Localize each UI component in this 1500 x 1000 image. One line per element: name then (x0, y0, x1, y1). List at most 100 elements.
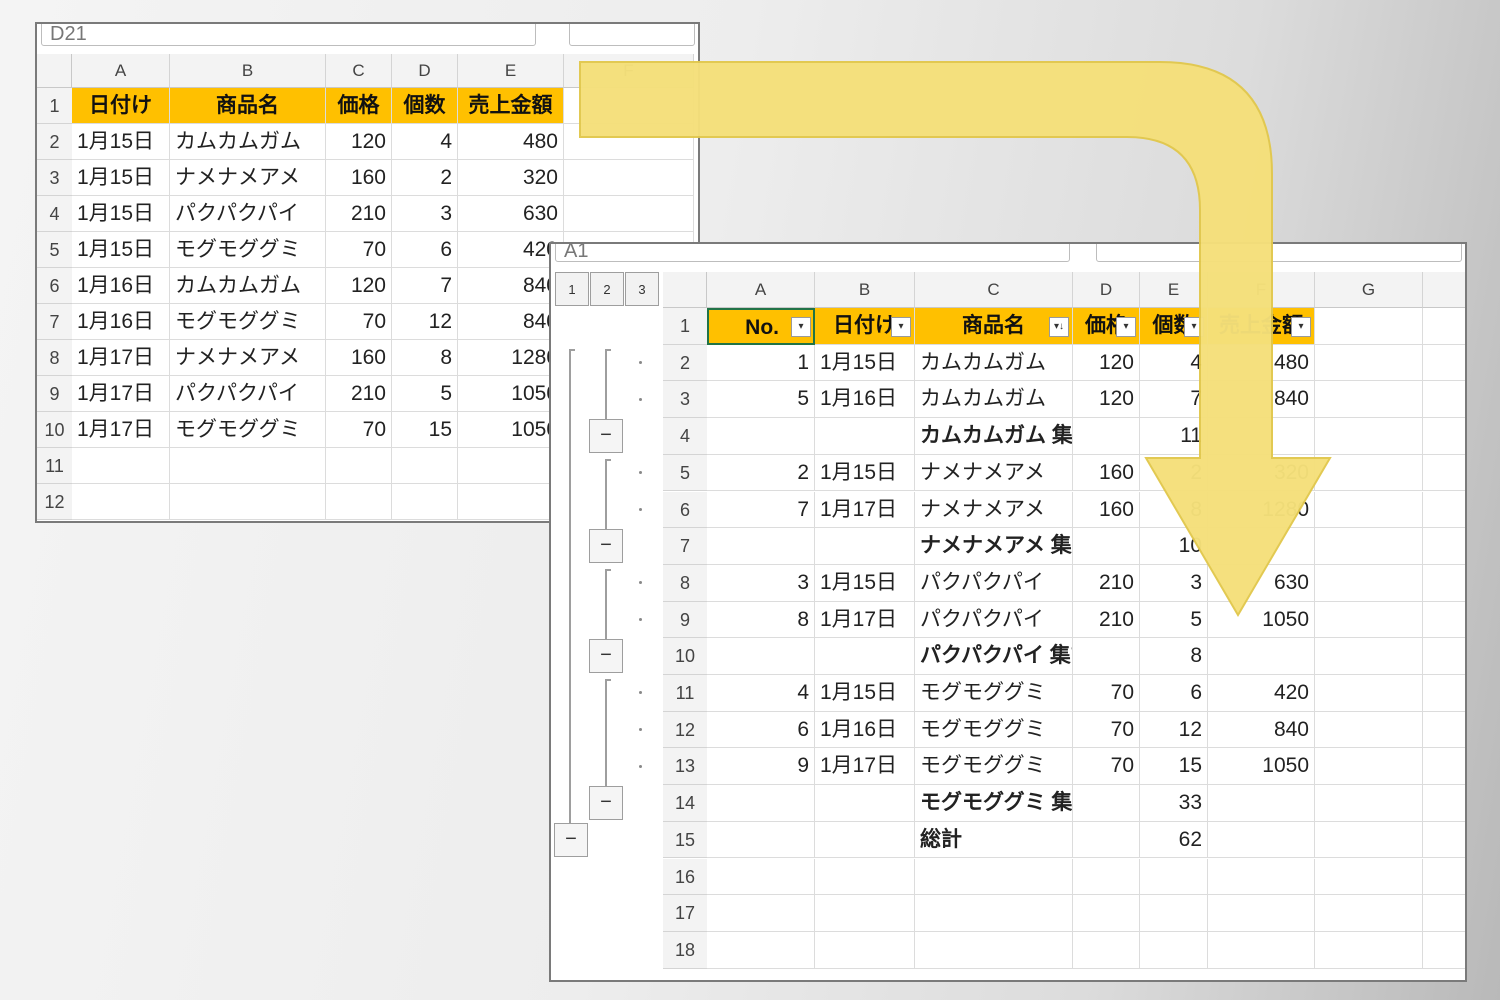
cell[interactable]: ナメナメアメ (915, 491, 1073, 529)
row-header-11[interactable]: 11 (37, 448, 72, 484)
cell[interactable]: 価格 (326, 88, 392, 124)
cell[interactable] (1423, 712, 1465, 749)
cell[interactable]: 5 (1140, 601, 1208, 639)
column-header-e[interactable]: E (458, 54, 564, 88)
cell[interactable]: パクパクパイ (170, 196, 326, 232)
cell[interactable] (1073, 821, 1140, 859)
row-header-8[interactable]: 8 (37, 340, 72, 376)
row-header-6[interactable]: 6 (663, 491, 707, 529)
row-header-2[interactable]: 2 (37, 124, 72, 160)
cell[interactable]: パクパクパイ (170, 376, 326, 412)
row-header-14[interactable]: 14 (663, 785, 707, 822)
collapse-group-button[interactable]: − (589, 639, 623, 674)
column-header-f[interactable]: F (564, 54, 694, 88)
cell[interactable]: 12 (1140, 711, 1208, 749)
cell[interactable]: 5 (392, 376, 458, 412)
cell[interactable]: 70 (326, 232, 392, 268)
cell[interactable] (1140, 858, 1208, 896)
cell[interactable]: 120 (1073, 344, 1140, 382)
cell[interactable] (1073, 418, 1140, 455)
cell[interactable]: 8 (1140, 491, 1208, 529)
cell[interactable]: カムカムガム 集計 (915, 418, 1073, 455)
cell[interactable] (1073, 638, 1140, 675)
collapse-group-button[interactable]: − (589, 419, 623, 454)
row-header-5[interactable]: 5 (37, 232, 72, 268)
cell[interactable] (564, 88, 694, 124)
cell[interactable] (1140, 931, 1208, 969)
cell[interactable] (1315, 528, 1423, 565)
cell[interactable]: モグモググミ (170, 232, 326, 268)
row-header-12[interactable]: 12 (663, 711, 707, 749)
cell[interactable] (1315, 381, 1423, 419)
cell[interactable] (1423, 748, 1465, 786)
cell[interactable] (1423, 308, 1465, 345)
cell[interactable]: 1月15日 (72, 124, 170, 160)
cell[interactable]: 320 (1208, 454, 1315, 492)
row-header-1[interactable]: 1 (37, 88, 72, 124)
cell[interactable] (326, 484, 392, 520)
cell[interactable]: 62 (1140, 821, 1208, 859)
cell[interactable]: 320 (458, 160, 564, 196)
sort-filter-icon[interactable]: ▾↓ (1049, 317, 1069, 337)
cell[interactable] (1315, 931, 1423, 969)
cell[interactable] (707, 931, 815, 969)
cell[interactable]: 1月16日 (72, 304, 170, 340)
column-header-f[interactable]: F (1208, 272, 1315, 308)
cell[interactable] (1208, 785, 1315, 822)
cell[interactable]: 7 (707, 491, 815, 529)
cell[interactable] (1315, 564, 1423, 602)
cell[interactable] (1423, 492, 1465, 529)
collapse-group-button[interactable]: − (589, 529, 623, 564)
row-header-10[interactable]: 10 (37, 412, 72, 448)
cell[interactable] (815, 418, 915, 455)
cell[interactable] (707, 821, 815, 859)
cell[interactable]: 2 (707, 454, 815, 492)
cell[interactable] (707, 638, 815, 675)
cell[interactable] (170, 448, 326, 484)
cell[interactable] (1423, 381, 1465, 419)
cell[interactable] (1315, 711, 1423, 749)
cell[interactable] (392, 484, 458, 520)
cell[interactable] (1208, 638, 1315, 675)
cell[interactable] (1073, 895, 1140, 932)
cell[interactable] (170, 484, 326, 520)
column-header-g[interactable]: G (1315, 272, 1423, 308)
row-header-4[interactable]: 4 (37, 196, 72, 232)
cell[interactable]: 120 (1073, 381, 1140, 419)
cell[interactable]: パクパクパイ 集計 (915, 638, 1073, 675)
cell[interactable]: 1 (707, 344, 815, 382)
row-header-4[interactable]: 4 (663, 418, 707, 455)
cell[interactable]: 160 (326, 340, 392, 376)
cell[interactable]: ナメナメアメ (170, 160, 326, 196)
formula-input[interactable] (569, 24, 695, 46)
row-header-7[interactable]: 7 (663, 528, 707, 565)
cell[interactable] (1315, 308, 1423, 345)
row-header-15[interactable]: 15 (663, 821, 707, 859)
cell[interactable]: 840 (1208, 711, 1315, 749)
cell[interactable] (1315, 491, 1423, 529)
cell[interactable] (815, 785, 915, 822)
cell[interactable] (1208, 931, 1315, 969)
filter-dropdown-icon[interactable]: ▾ (1184, 317, 1204, 337)
cell[interactable] (564, 124, 694, 160)
cell[interactable] (815, 528, 915, 565)
cell[interactable]: 1月17日 (815, 748, 915, 786)
row-header-5[interactable]: 5 (663, 454, 707, 492)
cell[interactable]: カムカムガム (915, 344, 1073, 382)
cell[interactable]: 個数 (392, 88, 458, 124)
cell[interactable] (915, 931, 1073, 969)
cell[interactable]: 売上金額 (458, 88, 564, 124)
cell[interactable]: 70 (1073, 711, 1140, 749)
cell[interactable]: 630 (458, 196, 564, 232)
cell[interactable] (1315, 344, 1423, 382)
cell[interactable]: カムカムガム (915, 381, 1073, 419)
cell[interactable] (815, 895, 915, 932)
filter-dropdown-icon[interactable]: ▾ (1116, 317, 1136, 337)
cell[interactable]: 3 (707, 564, 815, 602)
cell[interactable]: 9 (707, 748, 815, 786)
cell[interactable] (707, 895, 815, 932)
select-all-corner[interactable] (663, 272, 707, 308)
cell[interactable] (1423, 418, 1465, 455)
cell[interactable]: 160 (326, 160, 392, 196)
row-header-16[interactable]: 16 (663, 858, 707, 896)
